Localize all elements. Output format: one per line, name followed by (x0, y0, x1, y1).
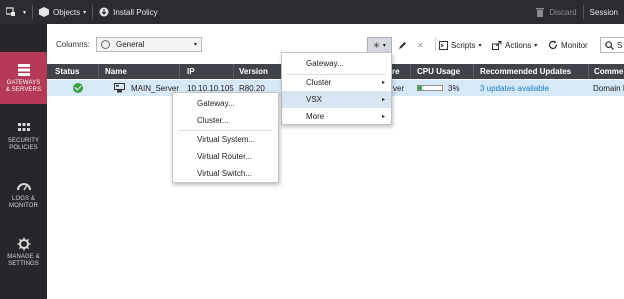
updates-link[interactable]: 3 updates available (480, 84, 549, 93)
sidebar-item-label: POLICIES (9, 144, 38, 151)
column-header-comments[interactable]: Comme (594, 67, 623, 76)
sidebar-item-label: SECURITY (7, 137, 40, 144)
app-menu-button[interactable]: ▾ (0, 0, 32, 24)
column-header-status[interactable]: Status (55, 67, 79, 76)
view-icon (101, 40, 110, 49)
menu-item-cluster[interactable]: Cluster ▸ (282, 74, 391, 91)
menu-item-label: More (306, 112, 325, 121)
delete-button[interactable]: ✕ (417, 37, 424, 53)
menu-item-virtual-system[interactable]: Virtual System... (173, 131, 278, 148)
cpu-usage-bar (417, 85, 443, 91)
close-icon: ✕ (417, 40, 424, 50)
pencil-icon (399, 41, 406, 49)
trash-icon (536, 8, 545, 17)
columns-label: Columns: (56, 40, 90, 49)
menu-item-vsx[interactable]: VSX ▸ (282, 91, 391, 108)
menu-item-vsx-cluster[interactable]: Cluster... (173, 112, 278, 129)
sidebar-item-label: MONITOR (9, 202, 38, 209)
monitor-button[interactable]: Monitor (548, 37, 588, 53)
discard-label: Discard (549, 7, 577, 17)
objects-menu-button[interactable]: Objects ▾ (33, 0, 92, 24)
objects-label: Objects (53, 7, 81, 17)
search-text: S (617, 40, 623, 50)
scripts-button[interactable]: Scripts ▾ (439, 37, 481, 53)
top-bar: ▾ Objects ▾ Install Policy Discard Sessi… (0, 0, 624, 24)
gauge-icon (16, 182, 31, 190)
columns-value: General (116, 40, 145, 49)
row-cpu: 3% (448, 84, 460, 93)
menu-item-gateway[interactable]: Gateway... (282, 55, 391, 72)
sidebar: GATEWAYS & SERVERS SECURITY POLICIES LOG… (0, 24, 47, 299)
menu-item-vsx-gateway[interactable]: Gateway... (173, 95, 278, 112)
install-policy-button[interactable]: Install Policy (93, 0, 163, 24)
search-input[interactable]: S (600, 37, 624, 53)
scripts-label: Scripts (451, 40, 476, 50)
script-icon (439, 40, 448, 50)
actions-button[interactable]: Actions ▾ (492, 37, 537, 53)
column-header-cpu-usage[interactable]: CPU Usage (417, 67, 460, 76)
install-policy-label: Install Policy (113, 7, 158, 17)
chevron-right-icon: ▸ (381, 97, 385, 103)
sidebar-item-label: GATEWAYS (6, 79, 41, 86)
chevron-down-icon: ▾ (83, 9, 87, 16)
menu-item-label: Gateway... (197, 99, 235, 108)
chevron-down-icon: ▾ (23, 9, 27, 16)
asterisk-icon: ✳ (373, 40, 380, 50)
sidebar-item-logs-monitor[interactable]: LOGS & MONITOR (0, 168, 47, 220)
column-header-hardware[interactable]: re (392, 67, 400, 76)
sidebar-item-label: SETTINGS (8, 260, 39, 267)
cube-icon (39, 7, 50, 17)
chevron-right-icon: ▸ (381, 80, 385, 86)
app-menu-icon (6, 7, 15, 16)
sidebar-item-gateways-servers[interactable]: GATEWAYS & SERVERS (0, 52, 47, 104)
actions-icon (492, 40, 502, 50)
grid-icon (17, 122, 30, 131)
column-header-ip[interactable]: IP (187, 67, 195, 76)
new-object-button[interactable]: ✳ ▾ (367, 37, 392, 53)
chevron-down-icon: ▾ (478, 42, 482, 49)
gear-icon (17, 237, 30, 250)
column-header-recommended-updates[interactable]: Recommended Updates (480, 67, 571, 76)
chevron-right-icon: ▸ (381, 114, 385, 120)
menu-item-label: Cluster (306, 78, 332, 87)
discard-button[interactable]: Discard (529, 0, 582, 24)
menu-item-label: VSX (306, 95, 323, 104)
new-object-menu: Gateway... Cluster ▸ VSX ▸ More ▸ (281, 52, 392, 125)
column-header-version[interactable]: Version (239, 67, 268, 76)
menu-item-virtual-switch[interactable]: Virtual Switch... (173, 165, 278, 182)
edit-button[interactable] (398, 37, 407, 53)
refresh-icon (548, 40, 558, 50)
menu-item-label: Gateway... (306, 59, 344, 68)
menu-item-more[interactable]: More ▸ (282, 108, 391, 125)
columns-select[interactable]: General ▾ (96, 37, 202, 52)
session-label: Session (589, 7, 618, 17)
sidebar-item-manage-settings[interactable]: MANAGE & SETTINGS (0, 226, 47, 278)
session-button[interactable]: Session (584, 0, 624, 24)
sidebar-item-label: & SERVERS (5, 86, 42, 93)
chevron-down-icon: ▾ (193, 42, 197, 48)
divider (435, 37, 436, 51)
chevron-down-icon: ▾ (382, 42, 386, 49)
row-hardware: ver (393, 84, 405, 93)
chevron-down-icon: ▾ (534, 42, 538, 49)
install-policy-icon (99, 7, 109, 17)
sidebar-item-label: LOGS & (12, 195, 35, 202)
search-icon (605, 40, 614, 50)
actions-label: Actions (505, 40, 532, 50)
cpu-usage-fill (418, 86, 422, 90)
status-ok-icon (73, 83, 83, 93)
menu-item-label: Virtual System... (197, 135, 256, 144)
row-comments: Domain I (593, 84, 624, 93)
menu-item-label: Virtual Switch... (197, 169, 252, 178)
gateways-icon (17, 63, 30, 76)
sidebar-item-security-policies[interactable]: SECURITY POLICIES (0, 110, 47, 162)
menu-item-virtual-router[interactable]: Virtual Router... (173, 148, 278, 165)
vsx-submenu: Gateway... Cluster... Virtual System... … (172, 92, 279, 183)
gateway-icon (114, 83, 125, 93)
menu-item-label: Cluster... (197, 116, 229, 125)
menu-item-label: Virtual Router... (197, 152, 252, 161)
sidebar-item-label: MANAGE & (7, 253, 40, 260)
monitor-label: Monitor (561, 40, 588, 50)
column-header-name[interactable]: Name (105, 67, 127, 76)
